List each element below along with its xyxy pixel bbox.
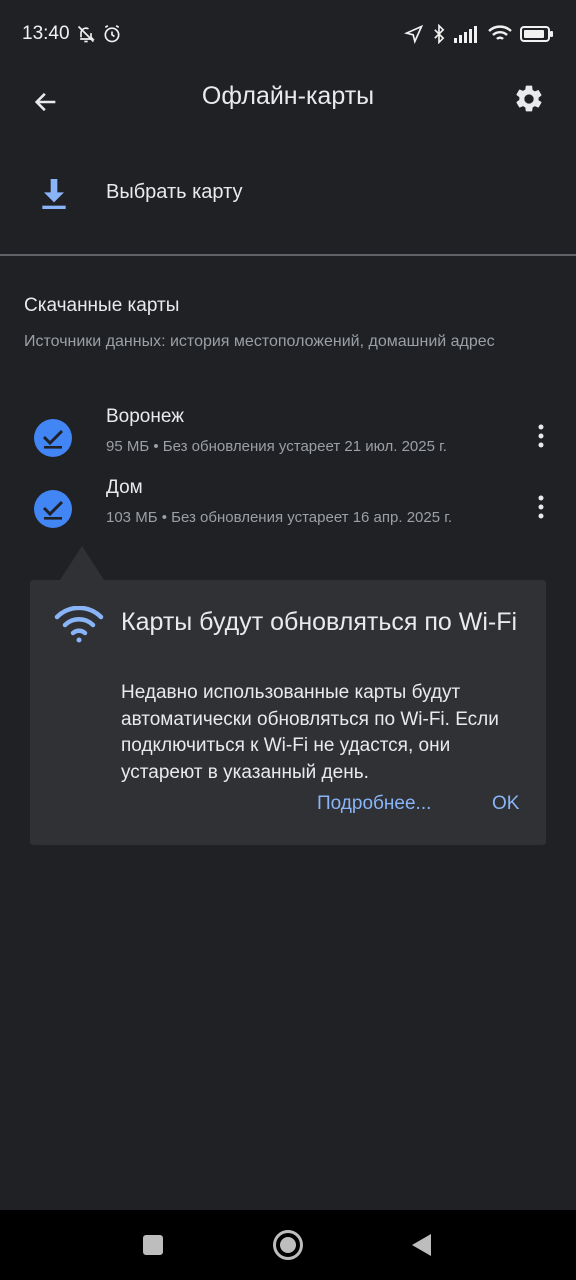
select-map-label: Выбрать карту bbox=[106, 181, 243, 203]
divider bbox=[0, 254, 576, 256]
home-button[interactable] bbox=[272, 1229, 304, 1266]
back-nav-button[interactable] bbox=[410, 1233, 432, 1262]
bluetooth-icon bbox=[432, 24, 446, 44]
more-options-button[interactable] bbox=[528, 416, 554, 456]
tooltip-arrow bbox=[60, 546, 104, 580]
status-time: 13:40 bbox=[22, 23, 70, 44]
downloaded-check-icon bbox=[34, 419, 72, 457]
gear-icon bbox=[516, 85, 542, 112]
tooltip-title: Карты будут обновляться по Wi-Fi bbox=[121, 608, 518, 636]
recents-button[interactable] bbox=[143, 1235, 163, 1260]
select-map-button[interactable]: Выбрать карту bbox=[0, 150, 576, 240]
settings-button[interactable] bbox=[506, 76, 552, 122]
more-vert-icon bbox=[538, 424, 544, 448]
map-name: Дом bbox=[106, 477, 143, 498]
battery-icon bbox=[520, 25, 554, 43]
signal-icon bbox=[454, 25, 480, 43]
triangle-back-icon bbox=[412, 1234, 431, 1256]
map-name: Воронеж bbox=[106, 406, 184, 427]
location-icon bbox=[404, 24, 424, 44]
system-nav-bar bbox=[0, 1210, 576, 1280]
download-icon bbox=[42, 179, 66, 209]
map-meta: 103 МБ • Без обновления устареет 16 апр.… bbox=[106, 509, 453, 526]
offline-maps-screen: 13:40 Офлайн-карты Выбрать карту Скачанн… bbox=[0, 0, 576, 1280]
more-options-button[interactable] bbox=[528, 487, 554, 527]
circle-icon bbox=[273, 1230, 303, 1260]
page-title: Офлайн-карты bbox=[201, 82, 375, 110]
app-bar: Офлайн-карты bbox=[0, 68, 576, 136]
downloaded-check-icon bbox=[34, 490, 72, 528]
bell-off-icon bbox=[76, 24, 96, 44]
tooltip-body: Недавно использованные карты будут автом… bbox=[121, 682, 499, 783]
wifi-update-tooltip: Карты будут обновляться по Wi-Fi Недавно… bbox=[30, 580, 546, 845]
section-subtitle: Источники данных: история местоположений… bbox=[24, 333, 495, 350]
section-title: Скачанные карты bbox=[24, 295, 180, 316]
map-meta: 95 МБ • Без обновления устареет 21 июл. … bbox=[106, 438, 447, 455]
square-icon bbox=[143, 1235, 163, 1255]
wifi-icon bbox=[488, 25, 512, 43]
map-item-voronezh[interactable]: Воронеж 95 МБ • Без обновления устареет … bbox=[0, 406, 576, 474]
ok-button[interactable]: OK bbox=[492, 793, 519, 815]
map-item-home[interactable]: Дом 103 МБ • Без обновления устареет 16 … bbox=[0, 477, 576, 545]
alarm-icon bbox=[102, 24, 122, 44]
wifi-icon bbox=[54, 606, 104, 643]
status-bar: 13:40 bbox=[0, 0, 576, 68]
more-vert-icon bbox=[538, 495, 544, 519]
learn-more-button[interactable]: Подробнее... bbox=[317, 793, 431, 815]
